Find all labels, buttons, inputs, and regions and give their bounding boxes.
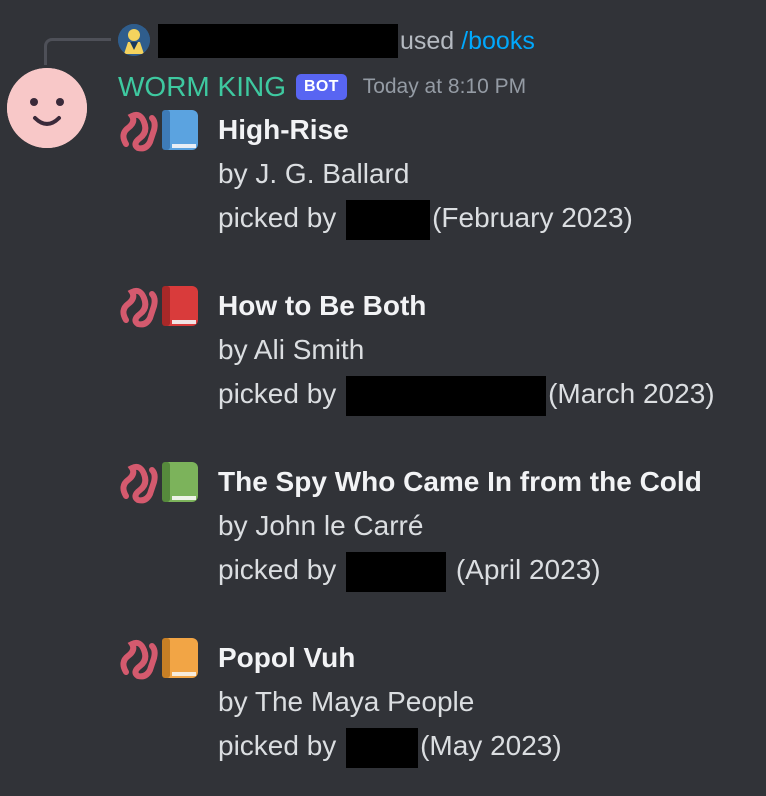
pick-date: (February 2023) <box>432 202 633 233</box>
red-book-icon <box>162 286 198 326</box>
picked-by-label: picked by <box>218 202 337 233</box>
message-timestamp[interactable]: Today at 8:10 PM <box>363 75 526 99</box>
orange-book-icon <box>162 638 198 678</box>
green-book-icon <box>162 462 198 502</box>
book-title: High-Rise <box>218 114 349 145</box>
blue-book-icon <box>162 110 198 150</box>
book-picked-line: picked by (March 2023) <box>218 372 715 416</box>
picked-by-label: picked by <box>218 554 337 585</box>
redacted-picker <box>346 375 547 416</box>
book-title: The Spy Who Came In from the Cold <box>218 466 702 497</box>
book-picked-line: picked by (February 2023) <box>218 196 633 240</box>
reply-connector <box>44 38 111 65</box>
redacted-username <box>158 24 398 58</box>
book-author: by John le Carré <box>218 510 424 541</box>
book-title: How to Be Both <box>218 290 427 321</box>
worm-icon <box>120 463 158 504</box>
book-picked-line: picked by (April 2023) <box>218 548 601 592</box>
bot-badge: BOT <box>296 74 347 100</box>
worm-icon <box>120 639 158 680</box>
pick-date: (April 2023) <box>455 554 601 585</box>
redacted-picker <box>346 199 431 240</box>
book-author: by The Maya People <box>218 686 475 717</box>
reply-summary: used /books <box>400 24 535 58</box>
message-header: WORM KING BOT Today at 8:10 PM <box>118 70 526 104</box>
bot-avatar[interactable] <box>7 68 87 148</box>
book-author: by J. G. Ballard <box>218 158 410 189</box>
reply-user-avatar[interactable] <box>118 24 150 56</box>
worm-icon <box>120 111 158 152</box>
book-picked-line: picked by (May 2023) <box>218 724 562 768</box>
pick-date: (May 2023) <box>420 730 562 761</box>
slash-command-link[interactable]: /books <box>461 27 535 55</box>
book-title: Popol Vuh <box>218 642 356 673</box>
bot-username[interactable]: WORM KING <box>118 71 286 103</box>
pick-date: (March 2023) <box>548 378 715 409</box>
book-author: by Ali Smith <box>218 334 365 365</box>
worm-icon <box>120 287 158 328</box>
picked-by-label: picked by <box>218 378 337 409</box>
redacted-picker <box>346 551 447 592</box>
reply-used-text: used <box>400 27 455 55</box>
picked-by-label: picked by <box>218 730 337 761</box>
redacted-picker <box>346 727 419 768</box>
